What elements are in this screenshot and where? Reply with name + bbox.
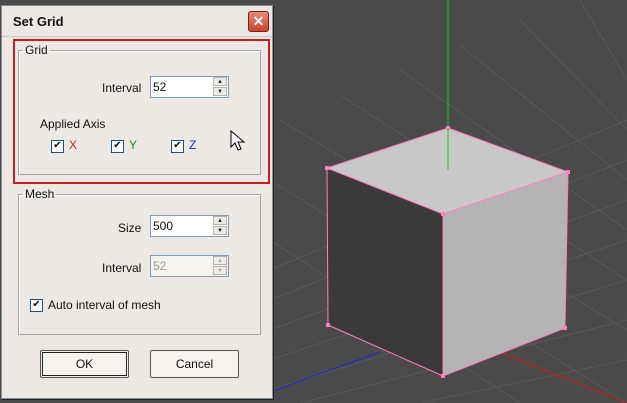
grid-interval-down-button[interactable]: ▼ [213, 87, 227, 96]
dialog-titlebar[interactable]: Set Grid ✕ [2, 6, 272, 37]
set-grid-dialog: Set Grid ✕ Grid Interval 52 ▲ ▼ Applied … [1, 5, 273, 399]
cancel-button[interactable]: Cancel [150, 350, 239, 378]
grid-interval-up-button[interactable]: ▲ [213, 77, 227, 86]
mesh-size-value[interactable]: 500 [153, 219, 173, 233]
axis-y-checkbox[interactable]: ✔ [111, 140, 124, 153]
axis-x-label: X [69, 138, 78, 152]
mesh-interval-value: 52 [153, 259, 167, 273]
axis-z-label: Z [189, 138, 197, 152]
grid-interval-label: Interval [102, 81, 142, 95]
applied-axis-label: Applied Axis [40, 117, 106, 131]
axis-y-label: Y [129, 138, 138, 152]
mesh-size-stepper[interactable]: 500 ▲ ▼ [150, 215, 229, 237]
grid-legend: Grid [25, 43, 48, 57]
dialog-title: Set Grid [13, 14, 64, 29]
mouse-pointer-icon [230, 130, 246, 151]
auto-interval-checkbox[interactable]: ✔ [30, 299, 43, 312]
mesh-legend: Mesh [25, 187, 55, 201]
mesh-interval-up-button: ▲ [213, 256, 227, 265]
close-button[interactable]: ✕ [248, 11, 269, 32]
grid-interval-value[interactable]: 52 [153, 80, 166, 94]
mesh-interval-label: Interval [102, 261, 142, 275]
mesh-size-up-button[interactable]: ▲ [213, 216, 227, 225]
mesh-size-label: Size [118, 221, 142, 235]
auto-interval-label: Auto interval of mesh [48, 298, 161, 312]
mesh-interval-down-button: ▼ [213, 266, 227, 275]
axis-z-checkbox[interactable]: ✔ [171, 140, 184, 153]
mesh-interval-stepper: 52 ▲ ▼ [150, 255, 229, 277]
grid-group: Grid [18, 43, 261, 175]
mesh-size-down-button[interactable]: ▼ [213, 226, 227, 235]
axis-x-checkbox[interactable]: ✔ [51, 140, 64, 153]
grid-interval-stepper[interactable]: 52 ▲ ▼ [150, 76, 229, 98]
ok-button[interactable]: OK [40, 350, 129, 378]
